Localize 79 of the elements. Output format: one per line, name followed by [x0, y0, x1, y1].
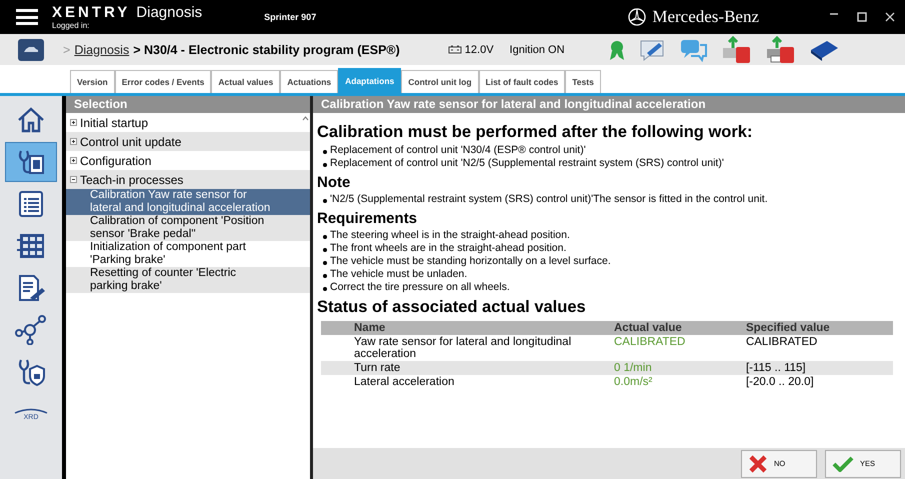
bullet-icon — [323, 235, 327, 239]
table-cell: CALIBRATED — [609, 335, 741, 361]
tab[interactable]: Tests — [565, 70, 601, 93]
column-header: Name — [349, 321, 609, 335]
panel-header: Calibration Yaw rate sensor for lateral and longitudinal acceleration — [313, 96, 905, 113]
breadcrumb-link[interactable]: Diagnosis — [74, 42, 130, 56]
tab[interactable]: Error codes / Events — [114, 70, 212, 93]
bullet-icon — [323, 261, 327, 265]
login-status: Logged in: — [52, 21, 90, 30]
ignition-status: Ignition ON — [510, 44, 565, 56]
table-cell: CALIBRATED — [740, 335, 893, 361]
tree-item[interactable]: Initial startup — [80, 116, 148, 130]
panel-header: Selection — [66, 96, 310, 113]
table-cell: 0.0m/s² — [609, 375, 741, 389]
tab[interactable]: Version — [70, 70, 115, 93]
home-icon — [17, 107, 45, 133]
table-cell: [-115 .. 115] — [740, 361, 893, 375]
section-heading: Calibration must be performed after the following work: — [317, 123, 754, 142]
bullet-text: The vehicle must be standing horizontally on a level surface. — [330, 255, 611, 268]
battery-icon — [448, 45, 462, 54]
section-heading: Requirements — [317, 210, 418, 227]
expand-icon[interactable] — [70, 119, 77, 126]
tab[interactable]: Actuations — [280, 70, 338, 93]
bullet-icon — [323, 163, 327, 167]
bullet-text: The front wheels are in the straight-ahead position. — [330, 242, 566, 255]
app-name: Diagnosis — [136, 4, 202, 21]
breadcrumb-separator: > — [63, 42, 70, 56]
bullet-text: Replacement of control unit 'N2/5 (Supplemental restraint system (SRS) control unit)' — [330, 157, 724, 170]
maximize-icon[interactable] — [857, 12, 867, 22]
column-header: Actual value — [609, 321, 741, 335]
bullet-text: The vehicle must be unladen. — [330, 268, 468, 281]
tree-item[interactable]: Configuration — [80, 154, 152, 168]
tab[interactable]: Control unit log — [401, 70, 479, 93]
sidebar-item[interactable] — [5, 142, 57, 182]
breadcrumb-current: > N30/4 - Electronic stability program (ESP®) — [133, 42, 400, 56]
tree-item[interactable]: Calibration Yaw rate sensor for lateral and longitudinal acceleration — [66, 189, 310, 215]
network-icon — [15, 315, 47, 345]
tab[interactable]: List of fault codes — [478, 70, 566, 93]
expand-icon[interactable] — [70, 157, 77, 164]
voltage-reading: 12.0V — [464, 44, 494, 56]
stethoscope-document-icon — [16, 148, 46, 176]
app-brand: XENTRY — [52, 4, 130, 21]
cross-icon — [748, 454, 768, 474]
table-cell: 0 1/min — [609, 361, 741, 375]
section-heading: Note — [317, 174, 352, 191]
collapse-icon[interactable] — [70, 176, 77, 183]
bullet-icon — [323, 199, 327, 203]
menu-icon[interactable] — [16, 9, 38, 25]
table-cell: Yaw rate sensor for lateral and longitudinal acceleration — [349, 335, 609, 361]
bullet-icon — [323, 274, 327, 278]
list-icon — [18, 190, 44, 218]
grid-icon — [16, 232, 46, 260]
bullet-text: 'N2/5 (Supplemental restraint system (SRS) control unit)'The sensor is fitted in the control unit. — [330, 193, 768, 206]
check-icon — [832, 456, 854, 472]
tab[interactable]: Actual values — [211, 70, 280, 93]
table-cell: [-20.0 .. 20.0] — [740, 375, 893, 389]
pdf-export-icon[interactable] — [720, 36, 753, 64]
bullet-icon — [323, 287, 327, 291]
tree-item[interactable]: Initialization of component part 'Parking brake' — [66, 241, 310, 267]
star-logo-icon — [628, 8, 646, 26]
table-cell: Lateral acceleration — [349, 375, 609, 389]
bullet-text: Correct the tire pressure on all wheels. — [330, 281, 510, 294]
arc-icon — [14, 408, 48, 414]
bullet-text: The steering wheel is in the straight-ahead position. — [330, 229, 570, 242]
bullet-text: Replacement of control unit 'N30/4 (ESP® control unit)' — [330, 144, 586, 157]
vehicle-name: Sprinter 907 — [264, 12, 316, 22]
column-header: Specified value — [740, 321, 893, 335]
tree-item[interactable]: Calibration of component 'Position sensor 'Brake pedal'' — [66, 215, 310, 241]
brand-name: Mercedes-Benz — [652, 7, 759, 27]
bullet-icon — [323, 248, 327, 252]
vehicle-icon[interactable] — [18, 38, 44, 60]
pdf-print-icon[interactable] — [764, 36, 797, 64]
tree-item[interactable]: Resetting of counter 'Electric parking brake' — [66, 267, 310, 293]
table-cell: Turn rate — [349, 361, 609, 375]
section-heading: Status of associated actual values — [317, 298, 587, 317]
stethoscope-shield-icon — [16, 357, 46, 387]
expand-icon[interactable] — [70, 138, 77, 145]
bullet-icon — [323, 150, 327, 154]
close-icon[interactable] — [885, 12, 895, 22]
